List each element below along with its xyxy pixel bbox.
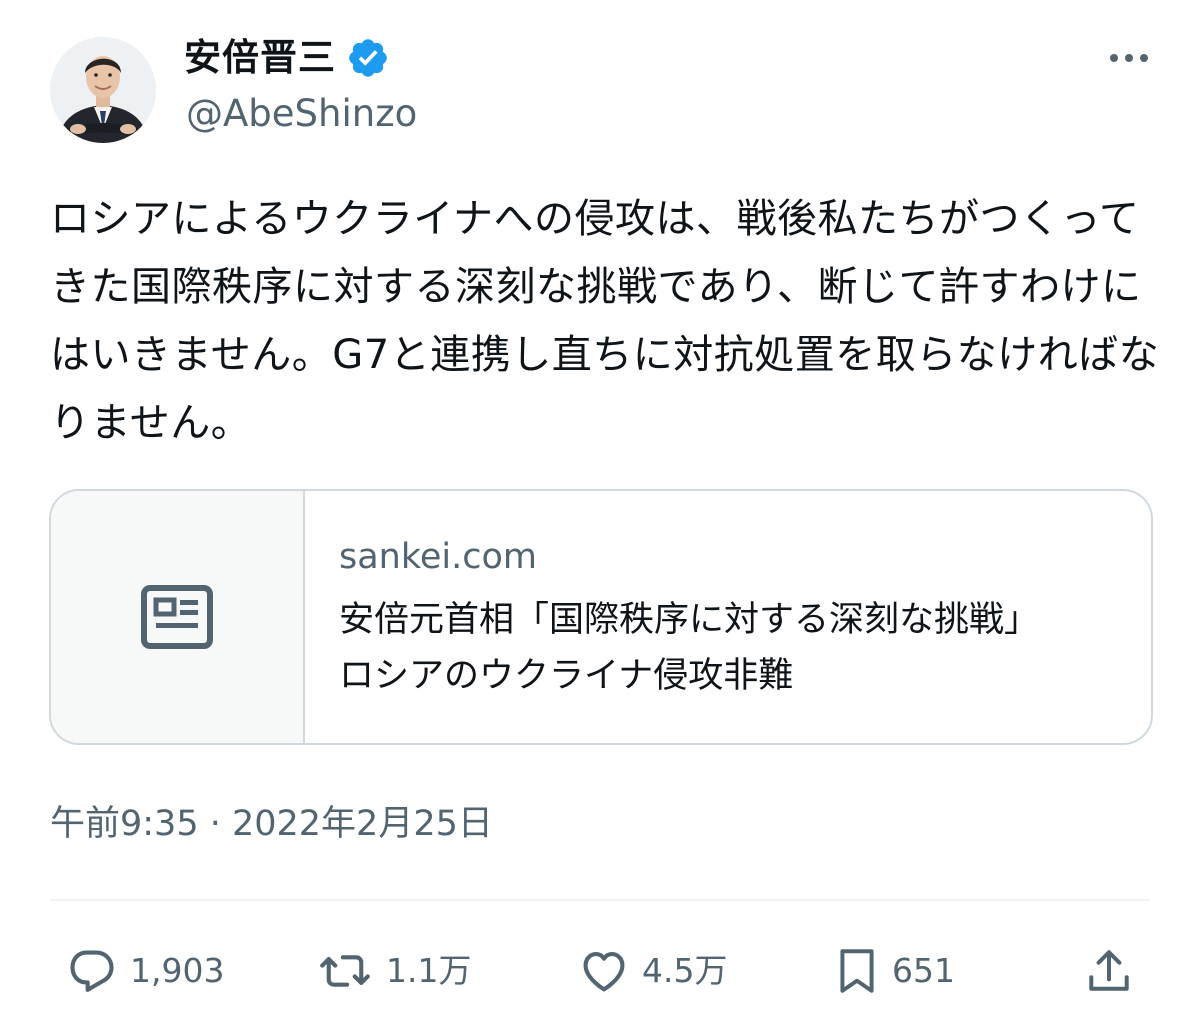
share-button[interactable]	[1084, 943, 1134, 999]
verified-badge-icon	[346, 36, 390, 80]
card-domain: sankei.com	[339, 537, 538, 577]
card-thumbnail	[51, 491, 305, 743]
tweet-text: ロシアによるウクライナへの侵攻は、戦後私たちがつくってきた国際秩序に対する深刻な…	[50, 196, 1160, 446]
more-options-button[interactable]	[1104, 40, 1154, 76]
retweet-icon	[320, 955, 370, 987]
like-count: 4.5万	[642, 951, 728, 990]
display-name-row: 安倍晋三	[184, 34, 390, 82]
reply-icon	[70, 950, 114, 992]
avatar[interactable]	[50, 37, 156, 143]
retweet-count: 1.1万	[386, 951, 472, 990]
more-icon	[1110, 54, 1148, 62]
avatar-image	[50, 37, 156, 143]
like-button[interactable]: 4.5万	[576, 943, 727, 999]
tweet: 安倍晋三 @AbeShinzo ロシアによるウクライナへの侵攻は、戦後私たちがつ…	[0, 0, 1200, 1030]
card-title: 安倍元首相「国際秩序に対する深刻な挑戦」 ロシアのウクライナ侵攻非難	[339, 600, 1057, 696]
tweet-timestamp[interactable]: 午前9:35 · 2022年2月25日	[50, 800, 493, 848]
display-name[interactable]: 安倍晋三	[184, 34, 336, 82]
link-preview-card[interactable]: sankei.com 安倍元首相「国際秩序に対する深刻な挑戦」 ロシアのウクライ…	[49, 489, 1153, 745]
bookmark-icon	[840, 949, 874, 993]
bookmark-button[interactable]: 651	[832, 943, 955, 999]
article-icon	[141, 585, 213, 649]
reply-count: 1,903	[130, 951, 225, 990]
share-icon	[1089, 950, 1129, 991]
bookmark-count: 651	[892, 951, 955, 990]
divider	[50, 899, 1150, 901]
user-handle[interactable]: @AbeShinzo	[186, 90, 417, 138]
retweet-button[interactable]: 1.1万	[314, 943, 471, 999]
heart-icon	[583, 952, 625, 992]
reply-button[interactable]: 1,903	[64, 943, 224, 999]
